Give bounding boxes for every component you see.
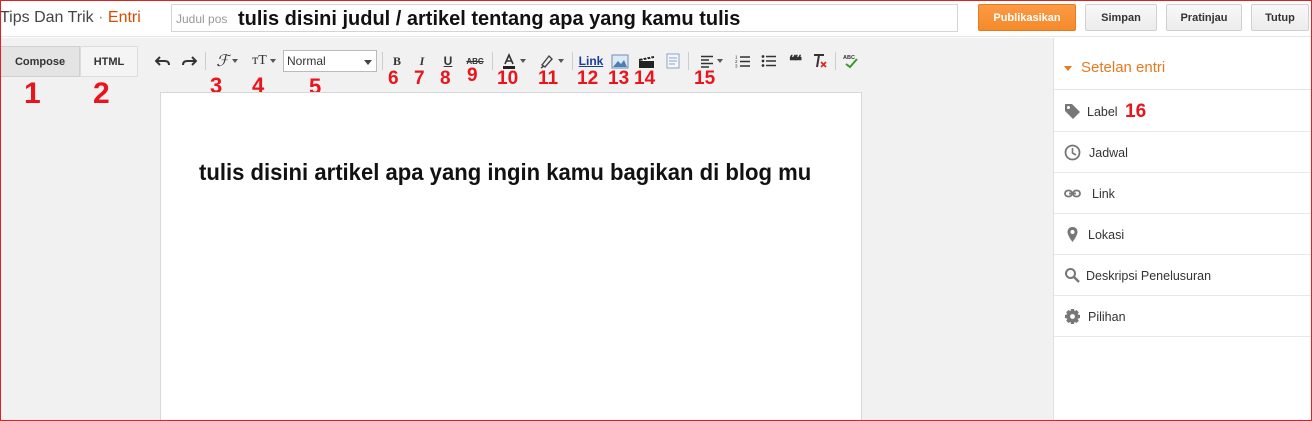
undo-button[interactable] [154, 51, 172, 71]
post-title-value: tulis disini judul / artikel tentang apa… [238, 8, 741, 30]
blog-title: Tips Dan Trik · Entri [0, 9, 141, 27]
svg-text:ABC: ABC [843, 55, 855, 61]
sidebar-item-text: Label [1087, 105, 1118, 119]
numbered-list-icon: 123 [735, 55, 750, 69]
toolbar-divider [382, 52, 383, 70]
bullet-list-icon [761, 55, 776, 67]
sidebar-item-text: Jadwal [1089, 146, 1128, 160]
bullet-list-button[interactable] [760, 51, 778, 71]
format-select-value: Normal [287, 54, 326, 68]
redo-button[interactable] [180, 51, 198, 71]
save-button[interactable]: Simpan [1085, 4, 1157, 31]
link-icon: Link [578, 54, 604, 68]
toolbar-divider [492, 52, 493, 70]
header-bar: Tips Dan Trik · Entri Judul pos tulis di… [0, 0, 1312, 37]
chevron-down-icon [519, 59, 526, 63]
chevron-down-icon [716, 59, 723, 63]
spellcheck-icon: ABC [843, 55, 858, 69]
toolbar-divider [835, 52, 836, 70]
clear-format-icon [814, 54, 827, 68]
chevron-down-icon [231, 59, 238, 63]
font-size-icon: тT [252, 53, 267, 68]
collapse-triangle-icon [1064, 66, 1072, 71]
sidebar-item-text: Link [1092, 187, 1115, 201]
annotation-number: 7 [414, 68, 425, 89]
annotation-number: 13 [608, 68, 630, 89]
undo-icon [155, 56, 170, 66]
bold-icon: B [392, 53, 401, 68]
annotation-number: 14 [634, 68, 656, 89]
highlight-icon [540, 54, 553, 69]
location-pin-icon [1067, 227, 1078, 242]
sidebar-item-location[interactable]: Lokasi [1054, 214, 1312, 255]
font-icon: ℱ [216, 53, 229, 70]
close-button[interactable]: Tutup [1251, 4, 1309, 31]
toolbar-divider [205, 52, 206, 70]
post-title-input[interactable]: Judul pos tulis disini judul / artikel t… [171, 4, 958, 32]
annotation-number: 9 [467, 65, 478, 86]
sidebar-item-search-description[interactable]: Deskripsi Penelusuran [1054, 255, 1312, 296]
annotation-number: 1 [24, 77, 41, 110]
title-separator: · [98, 9, 104, 26]
spellcheck-button[interactable]: ABC [841, 51, 861, 71]
post-body-editor[interactable]: tulis disini artikel apa yang ingin kamu… [160, 92, 862, 421]
publish-button[interactable]: Publikasikan [978, 4, 1076, 31]
video-icon [638, 55, 654, 68]
preview-button[interactable]: Pratinjau [1166, 4, 1242, 31]
jump-break-icon [666, 53, 680, 69]
text-color-icon [502, 53, 515, 69]
annotation-number: 15 [694, 68, 716, 89]
html-tab[interactable]: HTML [80, 46, 138, 77]
image-icon [611, 54, 629, 68]
tag-icon [1065, 104, 1080, 119]
sidebar-item-schedule[interactable]: Jadwal [1054, 132, 1312, 173]
post-title-placeholder: Judul pos [176, 12, 228, 26]
link-icon [1064, 189, 1081, 198]
section-name: Entri [107, 9, 141, 26]
font-family-button[interactable]: ℱ [212, 51, 242, 71]
search-icon [1065, 268, 1080, 283]
annotation-number: 11 [538, 68, 559, 89]
annotation-number: 8 [440, 68, 451, 89]
sidebar-item-text: Pilihan [1088, 310, 1126, 324]
chevron-down-icon [557, 59, 564, 63]
annotation-number: 6 [388, 68, 399, 89]
quote-icon: ❝❝ [788, 53, 802, 70]
redo-icon [182, 56, 197, 66]
sidebar-item-link[interactable]: Link [1054, 173, 1312, 214]
post-settings-header[interactable]: Setelan entri [1054, 38, 1312, 90]
annotation-number: 10 [497, 68, 519, 89]
annotation-number: 2 [93, 77, 110, 110]
align-icon [700, 55, 713, 68]
underline-icon: U [443, 54, 453, 68]
gear-icon [1065, 309, 1080, 324]
sidebar-item-text: Deskripsi Penelusuran [1086, 269, 1212, 283]
font-size-button[interactable]: тT [248, 51, 280, 71]
annotation-number: 12 [577, 68, 599, 89]
annotation-number: 16 [1125, 101, 1147, 122]
clock-icon [1064, 144, 1081, 161]
sidebar-item-options[interactable]: Pilihan [1054, 296, 1312, 337]
svg-text:3: 3 [735, 64, 738, 69]
quote-button[interactable]: ❝❝ [785, 51, 803, 71]
clear-formatting-button[interactable] [811, 51, 829, 71]
italic-icon: I [419, 53, 425, 68]
chevron-down-icon [364, 60, 372, 65]
toolbar-divider [688, 52, 689, 70]
blog-name[interactable]: Tips Dan Trik [0, 9, 94, 26]
jump-break-button[interactable] [664, 51, 682, 71]
post-settings-title: Setelan entri [1081, 59, 1166, 76]
chevron-down-icon [269, 59, 276, 63]
post-body-text: tulis disini artikel apa yang ingin kamu… [199, 159, 812, 185]
post-settings-sidebar: Setelan entri Label 16 Jadwal Link Lokas… [1053, 38, 1312, 421]
sidebar-item-label[interactable]: Label 16 [1054, 91, 1312, 132]
compose-tab[interactable]: Compose [0, 46, 80, 77]
toolbar-divider [572, 52, 573, 70]
sidebar-item-text: Lokasi [1088, 228, 1125, 242]
numbered-list-button[interactable]: 123 [734, 51, 752, 71]
format-select[interactable]: Normal [283, 50, 377, 72]
